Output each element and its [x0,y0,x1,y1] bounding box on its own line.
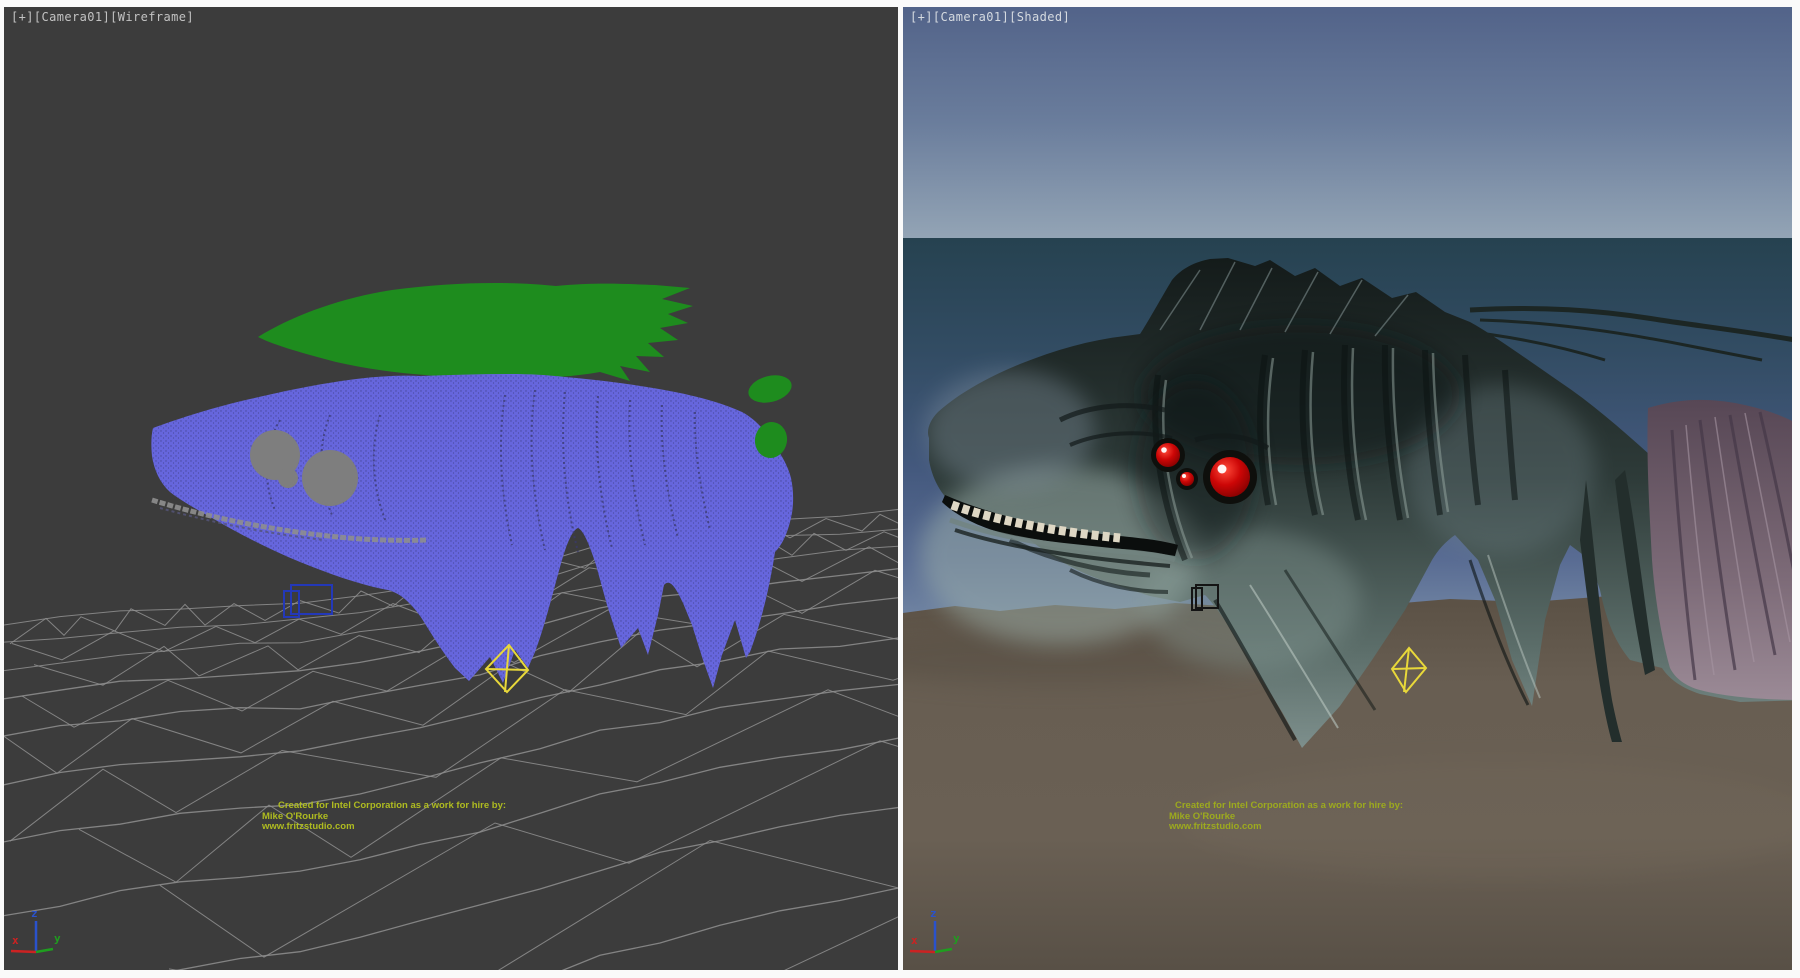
viewport-menu-general[interactable]: [+] [910,10,933,24]
axis-z-label: z [31,907,38,920]
box-helper-wireframe[interactable] [284,585,332,617]
viewport-canvas: [+][Camera01][Wireframe] Created for Int… [0,0,1800,978]
head-sheen [925,370,1095,490]
viewport-shaded[interactable]: [+][Camera01][Shaded] Created for Intel … [903,7,1792,970]
viewport-menu-pov[interactable]: [Camera01] [933,10,1009,24]
pectoral-fin-purple [1647,400,1792,700]
axis-z-label: z [930,907,937,920]
viewport-wireframe[interactable]: [+][Camera01][Wireframe] Created for Int… [4,7,898,970]
sky [903,7,1792,238]
world-axis-tripod-left: z x y [6,906,76,964]
axis-y-label: y [953,932,960,945]
watermark-line1: Created for Intel Corporation as a work … [262,801,506,812]
fish-model-wireframe[interactable] [151,374,793,688]
axis-x-label: x [12,934,19,947]
watermark-line3: www.fritzstudio.com [262,822,506,833]
watermark-line1: Created for Intel Corporation as a work … [1169,801,1403,812]
viewport-label-right: [+][Camera01][Shaded] [910,10,1070,24]
viewport-menu-pov[interactable]: [Camera01] [34,10,110,24]
watermark-right: Created for Intel Corporation as a work … [1169,801,1403,833]
viewport-menu-shading[interactable]: [Wireframe] [110,10,194,24]
watermark-line3: www.fritzstudio.com [1169,822,1403,833]
viewport-menu-general[interactable]: [+] [11,10,34,24]
world-axis-tripod-right: z x y [905,906,975,964]
fish-dorsal-fin-wireframe[interactable] [258,283,693,381]
axis-x-label: x [911,934,918,947]
watermark-left: Created for Intel Corporation as a work … [262,801,506,833]
axis-y-label: y [54,932,61,945]
viewport-menu-shading[interactable]: [Shaded] [1009,10,1070,24]
viewport-label-left: [+][Camera01][Wireframe] [11,10,194,24]
